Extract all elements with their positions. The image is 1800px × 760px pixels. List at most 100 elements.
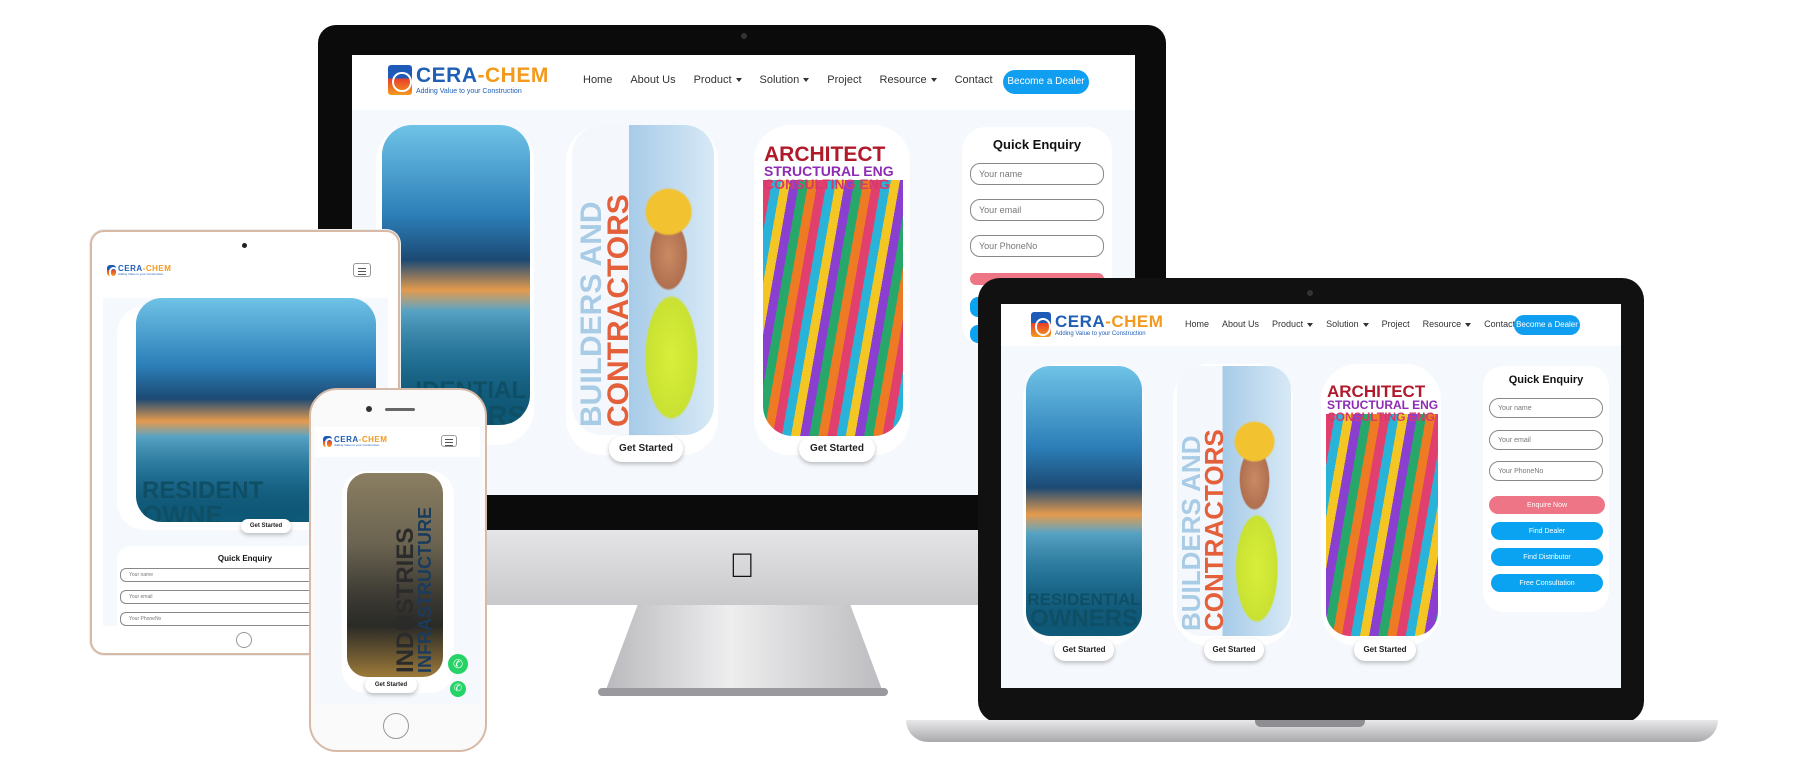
- free-consultation-button[interactable]: Free Consultation: [1491, 574, 1603, 592]
- nav-solution-label: Solution: [759, 74, 800, 86]
- nav-product[interactable]: Product: [1272, 319, 1314, 329]
- iphone-navbar: CERA-CHEM Adding Value to your Construct…: [315, 427, 480, 457]
- architect-get-started-button[interactable]: Get Started: [799, 436, 875, 462]
- builders-get-started-button[interactable]: Get Started: [1204, 639, 1264, 661]
- nav-project[interactable]: Project: [1382, 319, 1410, 329]
- macbook-menu: Home About Us Product Solution Project R…: [1185, 319, 1515, 329]
- nav-home[interactable]: Home: [1185, 319, 1209, 329]
- nav-solution[interactable]: Solution: [1326, 319, 1369, 329]
- brand-logo[interactable]: CERA-CHEM Adding Value to your Construct…: [388, 65, 549, 95]
- builders-card-title: BUILDERS AND CONTRACTORS: [575, 194, 635, 427]
- nav-about-us[interactable]: About Us: [1222, 319, 1259, 329]
- builders-title-line2: CONTRACTORS: [602, 194, 635, 427]
- hamburger-icon[interactable]: [353, 263, 371, 277]
- architect-card-title: ARCHITECT STRUCTURAL ENG CONSULTING ENG: [1327, 383, 1439, 424]
- find-distributor-button[interactable]: Find Distributor: [1491, 548, 1603, 566]
- residential-get-started-button[interactable]: Get Started: [1054, 639, 1114, 661]
- email-field[interactable]: Your email: [1489, 430, 1603, 450]
- macbook-notch: [1255, 720, 1365, 727]
- nav-solution[interactable]: Solution: [760, 74, 810, 86]
- phone-field[interactable]: Your PhoneNo: [1489, 461, 1603, 481]
- architect-get-started-button[interactable]: Get Started: [1354, 639, 1416, 661]
- macbook-navbar: CERA-CHEM Adding Value to your Construct…: [1001, 304, 1621, 346]
- find-dealer-button[interactable]: Find Dealer: [1491, 522, 1603, 540]
- nav-product-label: Product: [693, 74, 732, 86]
- nav-resource-label: Resource: [1422, 319, 1462, 329]
- builders-get-started-button[interactable]: Get Started: [609, 436, 683, 462]
- nav-about-us[interactable]: About Us: [630, 74, 675, 86]
- iphone-camera: [366, 406, 372, 412]
- brand-tagline: Adding Value to your Construction: [1055, 330, 1146, 337]
- apple-logo-icon: : [726, 548, 758, 584]
- name-field[interactable]: Your name: [970, 163, 1104, 185]
- chevron-down-icon: [930, 78, 937, 83]
- imac-stand: [604, 605, 884, 695]
- macbook-website: CERA-CHEM Adding Value to your Construct…: [1001, 304, 1621, 688]
- become-dealer-button[interactable]: Become a Dealer: [1003, 70, 1089, 94]
- brand-tagline: Adding Value to your Construction: [416, 88, 522, 95]
- industries-title-line2: INFRASTRUCTURE: [414, 507, 435, 673]
- brand-logo[interactable]: CERA-CHEM Adding Value to your Construct…: [1031, 312, 1163, 337]
- chevron-down-icon: [735, 78, 742, 83]
- nav-contact[interactable]: Contact: [955, 74, 993, 86]
- imac-foot: [598, 688, 888, 696]
- chevron-down-icon: [803, 78, 810, 83]
- residential-title-line2: OWNERS: [1030, 605, 1138, 633]
- industries-title-line1: INDUSTRIES: [392, 527, 419, 673]
- brand-name-dash: -: [477, 64, 486, 87]
- brand-logo[interactable]: CERA-CHEM Adding Value to your Construct…: [323, 436, 387, 449]
- imac-camera: [741, 33, 747, 39]
- cera-chem-logo: [388, 65, 412, 95]
- nav-product-label: Product: [1272, 319, 1304, 329]
- residential-card-image: RESIDENTIAL OWNERS: [1026, 366, 1142, 636]
- brand-name-part1: CERA: [416, 64, 478, 87]
- nav-resource[interactable]: Resource: [1423, 319, 1472, 329]
- brand-name-part1: CERA: [1055, 311, 1106, 331]
- cera-chem-logo: [323, 436, 335, 449]
- builders-title-line1: BUILDERS AND: [575, 201, 608, 427]
- quick-enquiry-title: Quick Enquiry: [1508, 374, 1584, 386]
- nav-resource-label: Resource: [879, 74, 927, 86]
- industries-card-title: INDUSTRIES INFRASTRUCTURE: [392, 507, 435, 673]
- architect-card-title: ARCHITECT STRUCTURAL ENG CONSULTING ENG: [764, 143, 904, 192]
- industries-get-started-button[interactable]: Get Started: [365, 677, 417, 693]
- cera-chem-logo: [107, 265, 119, 278]
- nav-solution-label: Solution: [1326, 319, 1359, 329]
- ipad-nav-spacer: [103, 284, 388, 298]
- imac-menu: Home About Us Product Solution Project R…: [583, 74, 993, 86]
- chevron-down-icon: [1362, 322, 1369, 327]
- architect-title-line3: CONSULTING ENG: [1327, 409, 1435, 424]
- architect-title-line1: ARCHITECT: [764, 143, 886, 166]
- phone-field[interactable]: Your PhoneNo: [970, 235, 1104, 257]
- brand-name-part2: CHEM: [485, 64, 549, 87]
- hamburger-icon[interactable]: [441, 435, 457, 447]
- nav-resource[interactable]: Resource: [880, 74, 937, 86]
- brand-logo[interactable]: CERA-CHEM Adding Value to your Construct…: [107, 265, 171, 278]
- brand-name-part2: CHEM: [1111, 311, 1164, 331]
- builders-title-line2: CONTRACTORS: [1199, 429, 1230, 631]
- chevron-down-icon: [1307, 322, 1314, 327]
- nav-product[interactable]: Product: [694, 74, 742, 86]
- residential-get-started-button[interactable]: Get Started: [241, 519, 291, 533]
- enquire-now-button[interactable]: Enquire Now: [1489, 496, 1605, 514]
- nav-project[interactable]: Project: [827, 74, 861, 86]
- name-field[interactable]: Your name: [1489, 398, 1603, 418]
- become-dealer-button[interactable]: Become a Dealer: [1514, 315, 1580, 335]
- builders-card-image: BUILDERS AND CONTRACTORS: [572, 125, 714, 435]
- quick-enquiry-title: Quick Enquiry: [992, 137, 1082, 152]
- whatsapp-icon[interactable]: ✆: [448, 654, 468, 674]
- nav-contact[interactable]: Contact: [1484, 319, 1515, 329]
- ipad-camera: [242, 243, 247, 248]
- builders-card-title: BUILDERS AND CONTRACTORS: [1177, 429, 1230, 631]
- industries-card-image: INDUSTRIES INFRASTRUCTURE: [347, 473, 443, 677]
- cera-chem-logo: [1031, 312, 1052, 337]
- macbook-camera: [1307, 290, 1313, 296]
- quick-enquiry-panel: Quick Enquiry Your name Your email Your …: [1483, 366, 1609, 612]
- iphone-home-button[interactable]: [383, 713, 409, 739]
- imac-navbar: CERA-CHEM Adding Value to your Construct…: [352, 55, 1135, 110]
- email-field[interactable]: Your email: [970, 199, 1104, 221]
- architect-card-image: [1326, 414, 1438, 636]
- ipad-home-button[interactable]: [236, 632, 252, 648]
- whatsapp-icon[interactable]: ✆: [450, 681, 466, 697]
- nav-home[interactable]: Home: [583, 74, 612, 86]
